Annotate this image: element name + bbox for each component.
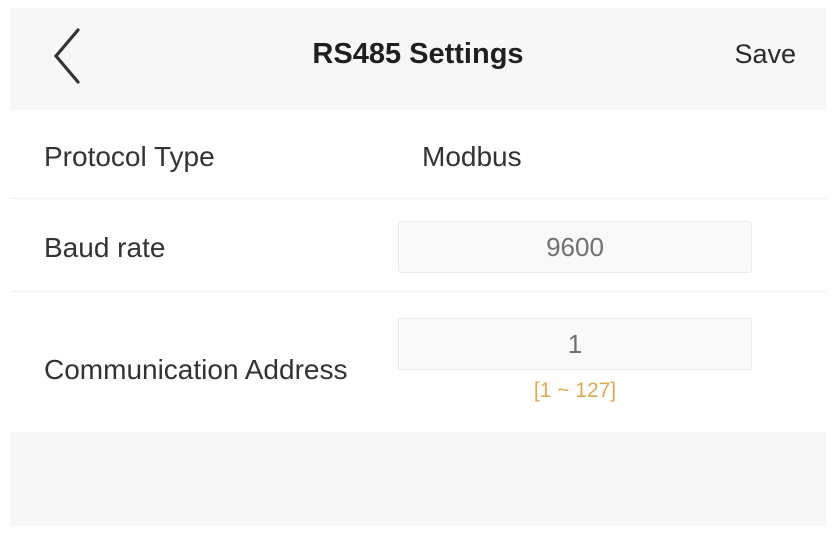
protocol-type-row: Protocol Type Modbus bbox=[10, 110, 826, 199]
save-button[interactable]: Save bbox=[734, 39, 796, 70]
top-bar: RS485 Settings Save bbox=[10, 8, 826, 108]
settings-screen: RS485 Settings Save Protocol Type Modbus… bbox=[10, 8, 826, 526]
address-range-hint: [1 ~ 127] bbox=[533, 379, 617, 402]
communication-address-row: Communication Address 1 [1 ~ 127] bbox=[10, 292, 826, 432]
page-title: RS485 Settings bbox=[312, 38, 524, 70]
baud-rate-label: Baud rate bbox=[44, 232, 166, 263]
communication-address-field[interactable]: 1 bbox=[398, 318, 752, 370]
baud-rate-field[interactable]: 9600 bbox=[398, 221, 752, 273]
communication-address-label: Communication Address bbox=[44, 354, 348, 385]
protocol-type-label: Protocol Type bbox=[44, 141, 215, 172]
baud-rate-row: Baud rate 9600 bbox=[10, 199, 826, 292]
settings-list: Protocol Type Modbus Baud rate 9600 Comm… bbox=[10, 110, 826, 432]
protocol-type-value: Modbus bbox=[422, 141, 522, 172]
